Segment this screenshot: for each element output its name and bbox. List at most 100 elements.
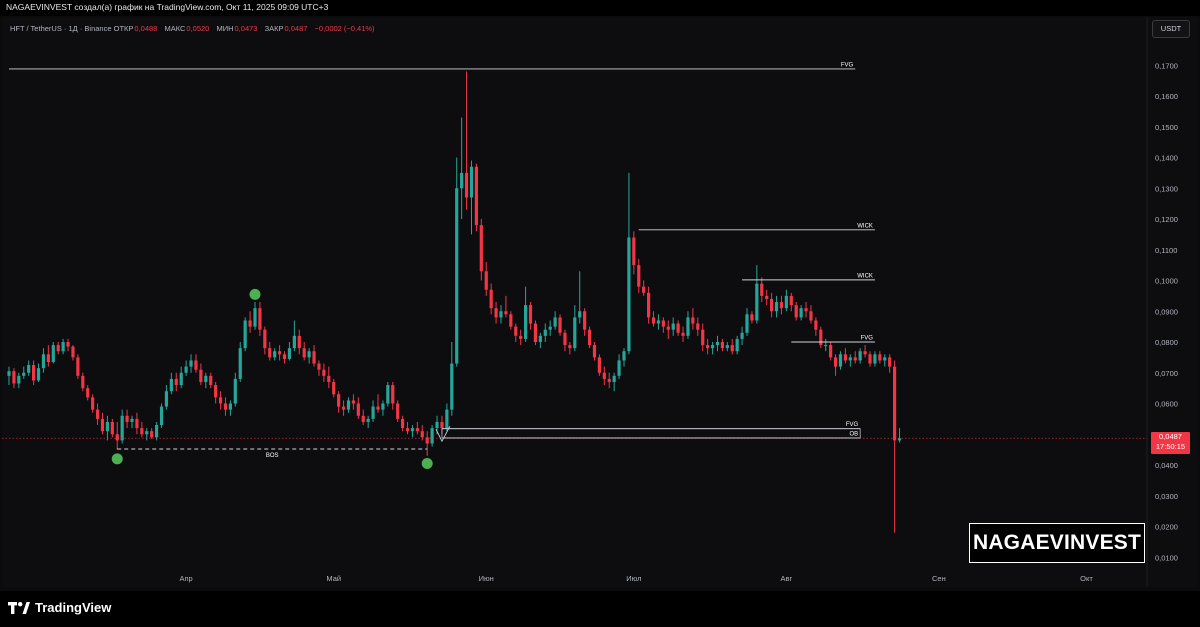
level-label: BOS: [266, 453, 279, 459]
candle-body: [691, 317, 695, 324]
candle-body: [587, 329, 592, 346]
candle-body: [332, 381, 336, 395]
candle-body: [61, 342, 65, 352]
candle-body: [464, 172, 469, 198]
low-value: 0,0473: [234, 24, 258, 33]
candle-body: [627, 237, 631, 352]
close-value: 0,0487: [284, 24, 308, 33]
candle-body: [450, 363, 454, 410]
candle-body: [145, 431, 149, 435]
level-label: FVG: [861, 336, 874, 342]
candle-body: [607, 378, 611, 382]
candle-body: [366, 418, 370, 422]
candle-body: [243, 320, 247, 349]
x-tick-label: Май: [326, 574, 341, 583]
candle-body: [51, 345, 55, 362]
candle-body: [504, 311, 508, 315]
candle-body: [563, 332, 567, 346]
candle-body: [46, 354, 50, 362]
candle-body: [371, 406, 375, 419]
candle-body: [140, 428, 144, 435]
candle-body: [189, 360, 193, 367]
y-tick-label: 0,1700: [1155, 61, 1178, 70]
y-tick-label: 0,0700: [1155, 369, 1178, 378]
currency-button[interactable]: USDT: [1152, 20, 1190, 38]
candle-body: [56, 345, 60, 352]
candle-body: [622, 351, 626, 361]
candle-body: [809, 311, 813, 321]
candle-body: [519, 335, 523, 339]
y-tick-label: 0,0600: [1155, 400, 1178, 409]
candle-body: [391, 385, 395, 404]
y-tick-label: 0,1200: [1155, 215, 1178, 224]
candle-body: [292, 335, 296, 349]
candle-body: [779, 302, 784, 309]
last-price-tag: 0,0487 17:50:15: [1151, 432, 1190, 454]
candle-body: [725, 345, 729, 349]
candle-body: [730, 345, 734, 352]
candle-body: [602, 372, 606, 379]
candle-body: [489, 289, 493, 309]
y-tick-label: 0,1400: [1155, 154, 1178, 163]
candle-body: [268, 348, 272, 358]
candle-body: [597, 357, 601, 373]
tradingview-logo[interactable]: TradingView: [8, 600, 111, 615]
candle-body: [287, 348, 292, 359]
candle-body: [228, 403, 232, 410]
candle-body: [415, 428, 419, 432]
candle-body: [838, 354, 843, 367]
candle-body: [307, 351, 311, 358]
change-value: −0,0002 (−0,41%): [314, 24, 375, 33]
candlestick-chart[interactable]: 0,01000,02000,03000,04000,05000,06000,07…: [0, 0, 1200, 590]
candle-body: [794, 305, 798, 318]
candle-body: [81, 375, 85, 389]
candle-body: [312, 351, 316, 364]
swing-marker: [249, 288, 261, 300]
candle-body: [159, 406, 164, 426]
candle-body: [218, 397, 223, 404]
candle-body: [130, 418, 134, 422]
candle-body: [696, 323, 700, 330]
candle-body: [356, 403, 360, 416]
candle-body: [868, 354, 872, 364]
candle-body: [179, 372, 183, 386]
candle-body: [125, 415, 129, 422]
candle-body: [341, 406, 346, 410]
candle-body: [66, 342, 70, 347]
candle-body: [760, 283, 764, 296]
candle-body: [223, 403, 228, 410]
candle-body: [799, 308, 803, 318]
candle-body: [533, 323, 538, 342]
candle-body: [91, 397, 95, 410]
candle-body: [676, 323, 680, 333]
candle-body: [430, 428, 434, 444]
x-tick-label: Сен: [932, 574, 946, 583]
y-tick-label: 0,0800: [1155, 338, 1178, 347]
candle-body: [41, 354, 46, 369]
candle-body: [100, 418, 105, 432]
candle-body: [784, 295, 788, 309]
tradingview-logo-text: TradingView: [35, 600, 112, 615]
open-value: 0,0488: [134, 24, 158, 33]
candle-body: [405, 428, 410, 432]
candle-body: [95, 409, 100, 419]
candle-body: [386, 385, 390, 404]
candle-body: [194, 360, 198, 370]
candle-body: [278, 351, 282, 355]
candle-body: [455, 188, 459, 364]
candle-body: [209, 375, 213, 386]
y-tick-label: 0,0300: [1155, 492, 1178, 501]
candle-body: [553, 317, 557, 327]
candle-body: [509, 314, 513, 327]
candle-body: [681, 332, 685, 336]
candle-body: [214, 385, 218, 398]
candle-body: [893, 366, 897, 441]
tradingview-logo-icon: [8, 601, 30, 614]
candle-body: [573, 317, 577, 349]
level-label: WICK: [857, 223, 873, 229]
x-tick-label: Апр: [179, 574, 192, 583]
candle-body: [888, 357, 892, 367]
x-tick-label: Окт: [1080, 574, 1093, 583]
high-label: МАКС: [164, 24, 186, 33]
candle-body: [617, 360, 621, 376]
